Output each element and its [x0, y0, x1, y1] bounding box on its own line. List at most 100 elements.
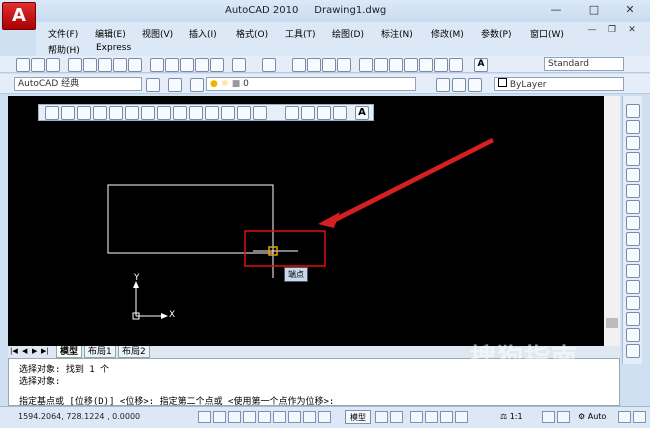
paste-icon[interactable] [180, 58, 194, 72]
drawn-rectangle[interactable] [107, 184, 274, 254]
scrollbar-thumb[interactable] [606, 318, 618, 328]
menu-parametric[interactable]: 参数(P) [481, 27, 511, 40]
join-icon[interactable] [626, 312, 640, 326]
table-icon[interactable] [333, 106, 347, 120]
tab-nav-next-icon[interactable]: ▶ [32, 347, 37, 355]
rectangle-icon[interactable] [109, 106, 123, 120]
menu-window[interactable]: 窗口(W) [530, 27, 564, 40]
quickcalc-icon[interactable] [434, 58, 448, 72]
erase-icon[interactable] [626, 104, 640, 118]
dynamic-ucs-button[interactable] [288, 411, 301, 423]
arc-icon[interactable] [125, 106, 139, 120]
circle-icon[interactable] [141, 106, 155, 120]
vertical-scrollbar[interactable] [604, 96, 620, 346]
clean-screen-button[interactable] [633, 411, 646, 423]
layer-isolate-icon[interactable] [468, 78, 482, 92]
menu-help[interactable]: 帮助(H) [48, 43, 80, 56]
chamfer-icon[interactable] [626, 328, 640, 342]
stretch-icon[interactable] [626, 232, 640, 246]
gradient-icon[interactable] [301, 106, 315, 120]
copy-object-icon[interactable] [626, 120, 640, 134]
menu-draw[interactable]: 绘图(D) [332, 27, 364, 40]
save-icon[interactable] [46, 58, 60, 72]
doc-close-button[interactable]: ✕ [624, 25, 640, 35]
ellipse-arc-icon[interactable] [205, 106, 219, 120]
rotate-icon[interactable] [626, 200, 640, 214]
grid-display-button[interactable] [213, 411, 226, 423]
offset-icon[interactable] [626, 152, 640, 166]
tab-model[interactable]: 模型 [56, 346, 83, 358]
point-icon[interactable] [253, 106, 267, 120]
drawing-canvas[interactable]: Y X 端点 [8, 96, 620, 346]
zoom-realtime-icon[interactable] [307, 58, 321, 72]
plot-icon[interactable] [68, 58, 82, 72]
make-block-icon[interactable] [237, 106, 251, 120]
plot-preview-icon[interactable] [83, 58, 97, 72]
toolbar-lock-button[interactable] [618, 411, 631, 423]
open-file-icon[interactable] [31, 58, 45, 72]
text-style-dropdown[interactable]: Standard [544, 57, 624, 71]
array-icon[interactable] [626, 168, 640, 182]
break-at-point-icon[interactable] [626, 280, 640, 294]
layer-dropdown[interactable]: ● ☼ ■ 0 [206, 77, 416, 91]
properties-icon[interactable] [359, 58, 373, 72]
dynamic-input-button[interactable] [303, 411, 316, 423]
menu-format[interactable]: 格式(O) [236, 27, 268, 40]
pan-icon[interactable] [292, 58, 306, 72]
help-icon[interactable] [449, 58, 463, 72]
layer-previous-icon[interactable] [452, 78, 466, 92]
zoom-status-button[interactable] [425, 411, 438, 423]
quick-view-layouts-button[interactable] [375, 411, 388, 423]
tab-layout1[interactable]: 布局1 [84, 346, 116, 358]
auto-scale-button[interactable] [557, 411, 570, 423]
polygon-icon[interactable] [93, 106, 107, 120]
maximize-button[interactable]: □ [586, 3, 602, 16]
tab-layout2[interactable]: 布局2 [118, 346, 150, 358]
scale-icon[interactable] [626, 216, 640, 230]
hatch-icon[interactable] [285, 106, 299, 120]
sheet-set-icon[interactable] [404, 58, 418, 72]
lineweight-button[interactable] [318, 411, 331, 423]
zoom-previous-icon[interactable] [337, 58, 351, 72]
trim-icon[interactable] [626, 248, 640, 262]
workspace-settings-icon[interactable] [146, 78, 160, 92]
undo-icon[interactable] [232, 58, 246, 72]
menu-view[interactable]: 视图(V) [142, 27, 173, 40]
application-menu-button[interactable]: A [2, 2, 36, 30]
object-snap-button[interactable] [258, 411, 271, 423]
menu-dimension[interactable]: 标注(N) [381, 27, 413, 40]
ortho-mode-button[interactable] [228, 411, 241, 423]
menu-modify[interactable]: 修改(M) [431, 27, 464, 40]
make-current-layer-icon[interactable] [436, 78, 450, 92]
menu-edit[interactable]: 编辑(E) [95, 27, 126, 40]
mirror-icon[interactable] [626, 136, 640, 150]
construction-line-icon[interactable] [61, 106, 75, 120]
layer-properties-icon[interactable] [168, 78, 182, 92]
ellipse-icon[interactable] [189, 106, 203, 120]
copy-icon[interactable] [165, 58, 179, 72]
annotation-scale[interactable]: ⚖ 1:1 [500, 412, 523, 421]
break-icon[interactable] [626, 296, 640, 310]
region-icon[interactable] [317, 106, 331, 120]
menu-insert[interactable]: 插入(I) [189, 27, 217, 40]
polyline-icon[interactable] [77, 106, 91, 120]
design-center-icon[interactable] [374, 58, 388, 72]
polar-tracking-button[interactable] [243, 411, 256, 423]
tab-nav-last-icon[interactable]: ▶| [41, 347, 49, 355]
workspace-switch[interactable]: ⚙ Auto [578, 412, 606, 421]
new-file-icon[interactable] [16, 58, 30, 72]
quick-view-drawings-button[interactable] [390, 411, 403, 423]
extend-icon[interactable] [626, 264, 640, 278]
spline-icon[interactable] [173, 106, 187, 120]
doc-minimize-button[interactable]: — [584, 25, 600, 35]
workspace-dropdown[interactable]: AutoCAD 经典 [14, 77, 142, 91]
3d-dwf-icon[interactable] [113, 58, 127, 72]
minimize-button[interactable]: — [548, 3, 564, 16]
line-icon[interactable] [45, 106, 59, 120]
showmotion-button[interactable] [455, 411, 468, 423]
layer-states-icon[interactable] [190, 78, 204, 92]
multiline-text-icon[interactable]: A [355, 106, 369, 120]
coordinates-readout[interactable]: 1594.2064, 728.1224 , 0.0000 [18, 412, 140, 421]
menu-express[interactable]: Express [96, 43, 131, 53]
insert-block-icon[interactable] [221, 106, 235, 120]
